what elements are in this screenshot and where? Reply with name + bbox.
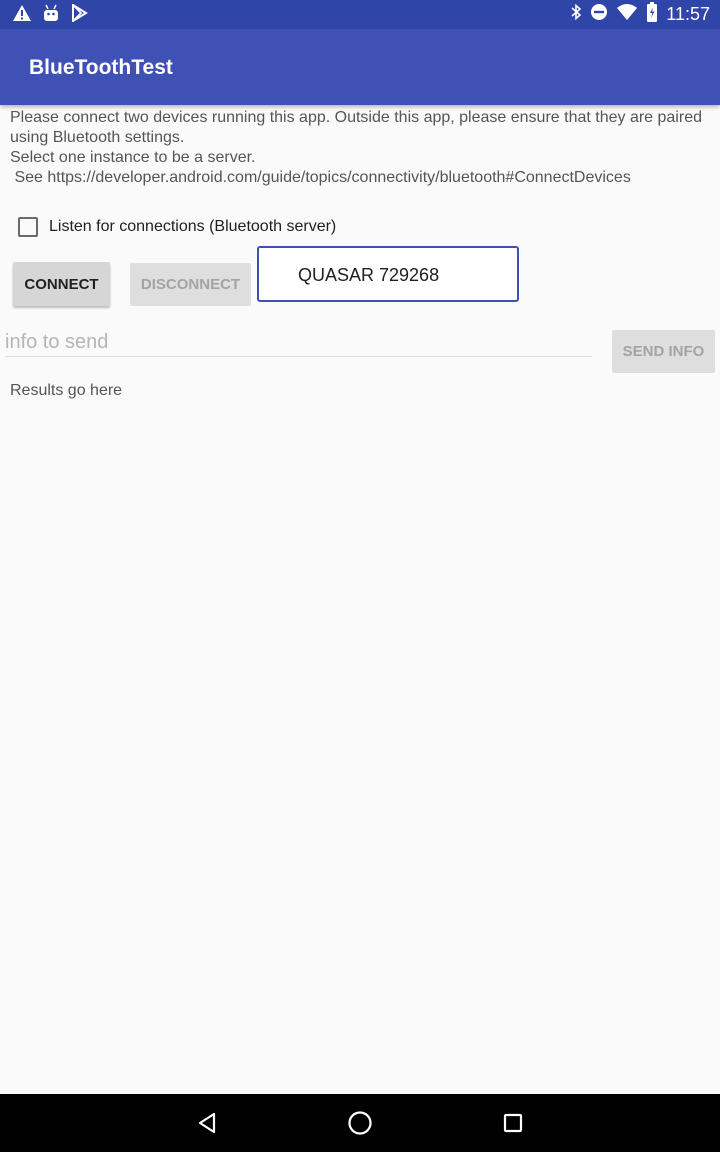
bluetooth-icon xyxy=(570,3,582,26)
status-bar-system: 11:57 xyxy=(570,0,710,29)
do-not-disturb-icon xyxy=(590,3,608,26)
android-icon xyxy=(42,4,60,27)
disconnect-button[interactable]: DISCONNECT xyxy=(130,263,251,306)
device-name: QUASAR 729268 xyxy=(298,265,440,285)
back-icon[interactable] xyxy=(177,1094,237,1152)
status-bar-notifications xyxy=(12,2,88,27)
status-bar-time: 11:57 xyxy=(666,4,710,24)
home-icon[interactable] xyxy=(330,1094,390,1152)
play-store-icon xyxy=(70,2,88,27)
instructions-text: Please connect two devices running this … xyxy=(10,109,702,186)
warning-icon xyxy=(12,4,32,27)
app-title: BlueToothTest xyxy=(29,56,173,79)
info-input[interactable] xyxy=(5,328,592,357)
results-text: Results go here xyxy=(10,382,123,399)
recents-icon[interactable] xyxy=(483,1094,543,1152)
send-info-button[interactable]: SEND INFO xyxy=(612,330,715,373)
listen-checkbox-row[interactable]: Listen for connections (Bluetooth server… xyxy=(18,216,336,238)
battery-icon xyxy=(646,2,658,27)
connect-button[interactable]: CONNECT xyxy=(13,262,110,306)
status-bar: 11:57 xyxy=(0,0,720,29)
listen-checkbox-label[interactable]: Listen for connections (Bluetooth server… xyxy=(49,218,336,236)
app-bar: BlueToothTest xyxy=(0,29,720,105)
listen-checkbox[interactable] xyxy=(18,217,38,237)
device-selector[interactable]: QUASAR 729268 xyxy=(257,246,519,302)
navigation-bar xyxy=(0,1094,720,1152)
wifi-icon xyxy=(616,3,638,26)
